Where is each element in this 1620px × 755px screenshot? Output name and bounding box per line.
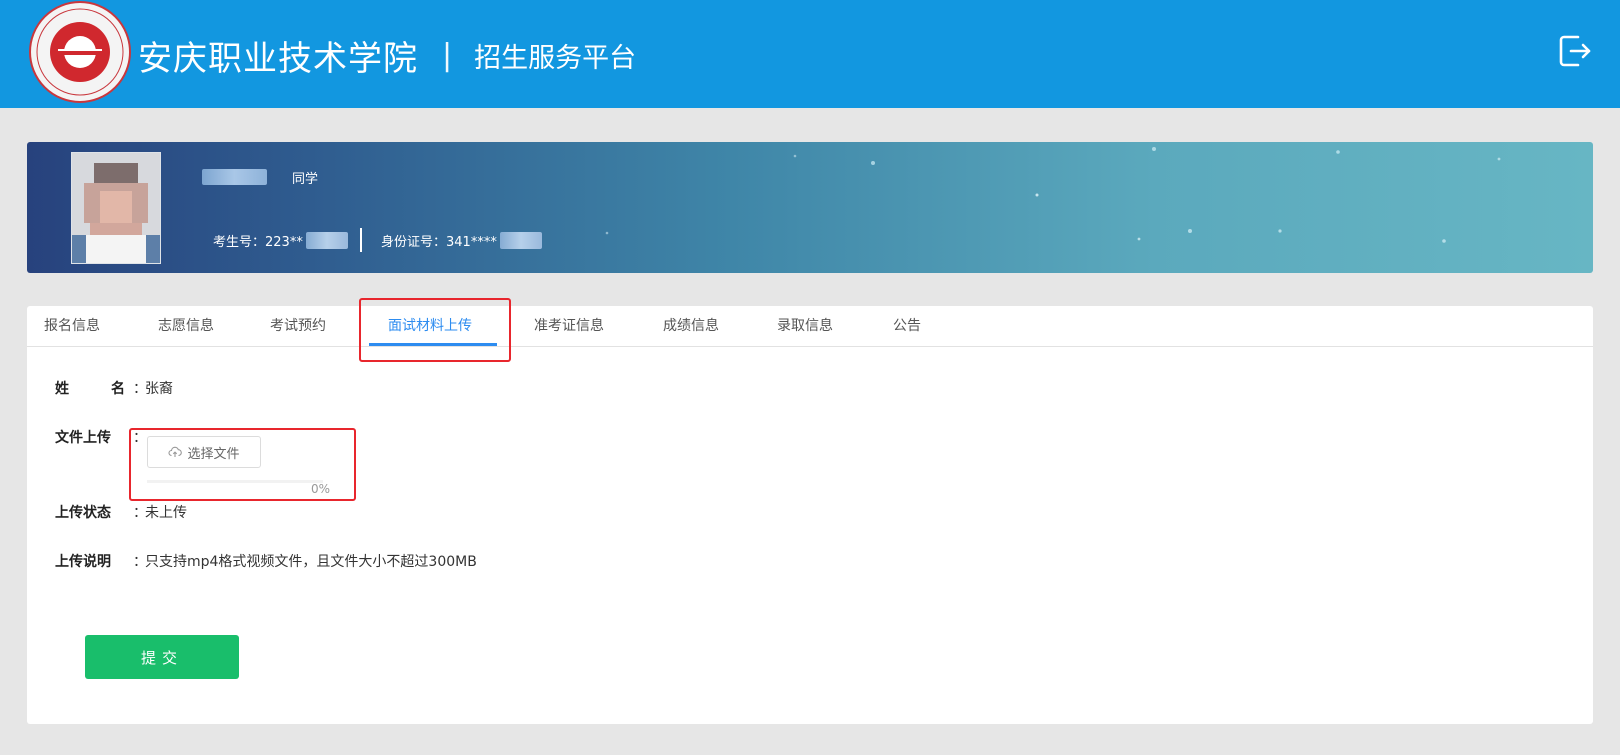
- student-name-redacted: [202, 169, 267, 185]
- brand-title: 安庆职业技术学院 | 招生服务平台: [138, 30, 636, 80]
- name-label-first: 姓: [55, 381, 69, 397]
- student-photo-avatar: [71, 152, 161, 264]
- cloud-upload-icon: [168, 446, 183, 457]
- school-name: 安庆职业技术学院: [138, 38, 418, 79]
- name-value: 张裔: [145, 381, 173, 397]
- student-greeting: 同学: [292, 172, 319, 187]
- upload-progress-bar: [147, 480, 323, 483]
- choose-file-label: 选择文件: [187, 446, 240, 462]
- id-number-text: 身份证号：341****: [381, 235, 497, 250]
- tab-application-choices[interactable]: 志愿信息: [158, 306, 214, 346]
- name-label: 姓 名: [55, 378, 125, 398]
- top-header: 安庆职业技术学院 | 招生服务平台: [0, 0, 1620, 108]
- tab-bar: 报名信息 志愿信息 考试预约 面试材料上传 准考证信息 成绩信息 录取信息 公告: [27, 298, 1593, 362]
- name-label-second: 名: [111, 381, 125, 397]
- upload-status-value: 未上传: [145, 505, 187, 521]
- banner-decoration: [605, 147, 1501, 243]
- tab-admission-result[interactable]: 录取信息: [777, 306, 833, 346]
- exam-number-text: 考生号：223**: [213, 235, 303, 250]
- banner-divider: [360, 228, 362, 252]
- tab-annotation-box: [359, 298, 511, 362]
- id-number: 身份证号：341****: [381, 231, 542, 250]
- upload-status-label: 上传状态: [55, 505, 111, 521]
- submit-button[interactable]: 提交: [85, 635, 239, 679]
- upload-note-label: 上传说明: [55, 554, 111, 570]
- student-profile-banner: 同学 考生号：223** 身份证号：341****: [27, 142, 1593, 273]
- tab-admission-ticket[interactable]: 准考证信息: [534, 306, 604, 346]
- school-logo-icon: [29, 1, 131, 103]
- upload-progress-text: 0%: [311, 482, 331, 496]
- choose-file-button[interactable]: 选择文件: [147, 436, 261, 468]
- upload-note-value: 只支持mp4格式视频文件，且文件大小不超过300MB: [145, 554, 477, 570]
- tab-exam-appointment[interactable]: 考试预约: [270, 306, 326, 346]
- title-separator: |: [442, 37, 453, 73]
- file-upload-label: 文件上传: [55, 430, 111, 446]
- exam-number: 考生号：223**: [213, 231, 348, 250]
- main-content-card: 报名信息 志愿信息 考试预约 面试材料上传 准考证信息 成绩信息 录取信息 公告…: [27, 298, 1593, 724]
- tab-registration-info[interactable]: 报名信息: [44, 306, 100, 346]
- id-number-redacted: [499, 232, 542, 249]
- platform-name: 招生服务平台: [474, 42, 637, 74]
- logout-icon[interactable]: [1556, 32, 1594, 70]
- exam-number-redacted: [305, 232, 348, 249]
- tab-announcements[interactable]: 公告: [893, 306, 921, 346]
- tab-score-info[interactable]: 成绩信息: [663, 306, 719, 346]
